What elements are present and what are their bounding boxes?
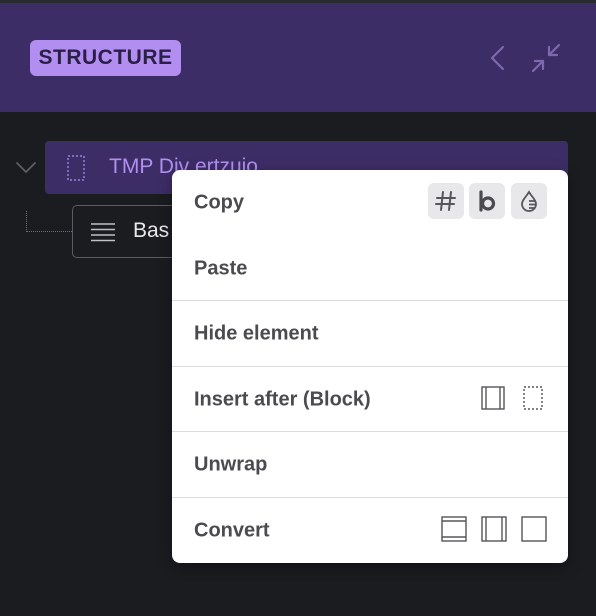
chevron-left-icon[interactable] bbox=[482, 41, 516, 75]
menu-item-unwrap[interactable]: Unwrap bbox=[172, 432, 568, 498]
hash-icon[interactable] bbox=[428, 183, 464, 219]
collapse-icon[interactable] bbox=[529, 41, 563, 75]
menu-item-copy[interactable]: Copy bbox=[172, 170, 568, 236]
section-icon[interactable] bbox=[440, 515, 468, 543]
bold-b-icon[interactable] bbox=[469, 183, 505, 219]
menu-item-label: Unwrap bbox=[194, 453, 268, 476]
container-icon[interactable] bbox=[520, 515, 548, 543]
droplet-icon[interactable] bbox=[511, 183, 547, 219]
context-menu: Copy Paste Hide element Insert after (Bl… bbox=[172, 170, 568, 563]
block-icon[interactable] bbox=[480, 385, 506, 411]
menu-item-insert-after[interactable]: Insert after (Block) bbox=[172, 367, 568, 433]
div-dotted-icon[interactable] bbox=[521, 385, 545, 411]
menu-item-label: Paste bbox=[194, 257, 248, 280]
div-dotted-icon bbox=[65, 154, 87, 182]
expand-chevron-icon[interactable] bbox=[14, 157, 38, 177]
menu-item-label: Convert bbox=[194, 519, 270, 542]
menu-item-paste[interactable]: Paste bbox=[172, 236, 568, 302]
menu-item-label: Insert after (Block) bbox=[194, 388, 371, 411]
structure-panel-header: STRUCTURE bbox=[0, 3, 596, 112]
text-lines-icon bbox=[89, 220, 117, 244]
menu-item-label: Hide element bbox=[194, 322, 319, 345]
tree-connector bbox=[26, 211, 74, 232]
tree-item-label: Bas bbox=[133, 219, 170, 242]
menu-item-convert[interactable]: Convert bbox=[172, 498, 568, 563]
menu-item-label: Copy bbox=[194, 191, 244, 214]
menu-item-hide-element[interactable]: Hide element bbox=[172, 301, 568, 367]
block-icon[interactable] bbox=[480, 515, 508, 543]
panel-title-badge: STRUCTURE bbox=[30, 40, 181, 76]
